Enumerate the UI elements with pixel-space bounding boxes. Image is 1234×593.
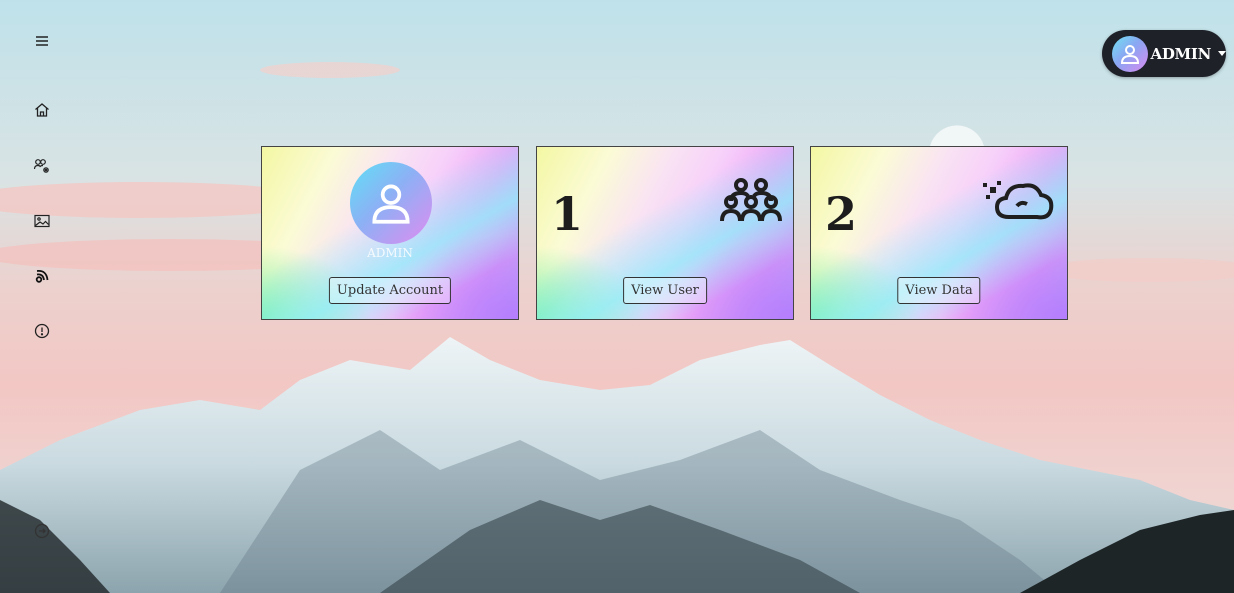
sidebar-item-gallery[interactable]	[30, 209, 54, 233]
info-icon	[34, 323, 50, 339]
sidebar-item-home[interactable]	[30, 98, 54, 122]
users-group-icon	[720, 178, 782, 222]
sidebar-item-users[interactable]	[30, 154, 54, 178]
sidebar-item-logout[interactable]	[30, 519, 54, 543]
user-count: 1	[551, 187, 584, 241]
account-avatar	[350, 162, 432, 244]
logout-icon	[34, 523, 50, 539]
account-name: ADMIN	[367, 246, 413, 260]
user-circle-icon	[1120, 44, 1139, 64]
sidebar-item-data[interactable]	[30, 264, 54, 288]
avatar	[1112, 35, 1148, 72]
cloud-data-icon	[983, 181, 1054, 220]
home-icon	[35, 103, 49, 117]
update-account-button[interactable]: Update Account	[328, 277, 452, 304]
user-menu-dropdown[interactable]: ADMIN	[1102, 30, 1226, 77]
user-name: ADMIN	[1150, 44, 1212, 63]
sidebar-item-info[interactable]	[30, 319, 54, 343]
image-icon	[34, 214, 50, 228]
view-data-button[interactable]: View Data	[897, 277, 981, 304]
signal-icon	[35, 270, 49, 283]
chevron-down-icon	[1218, 51, 1226, 56]
data-card: 2 View Data	[810, 146, 1068, 320]
data-count: 2	[825, 187, 858, 241]
sidebar	[0, 0, 84, 593]
users-gear-icon	[33, 159, 49, 173]
users-card: 1 View User	[536, 146, 794, 320]
account-card: ADMIN Update Account	[261, 146, 519, 320]
menu-icon	[36, 36, 48, 46]
view-user-button[interactable]: View User	[623, 277, 707, 304]
user-circle-icon	[372, 184, 410, 224]
menu-toggle-button[interactable]	[30, 29, 54, 53]
